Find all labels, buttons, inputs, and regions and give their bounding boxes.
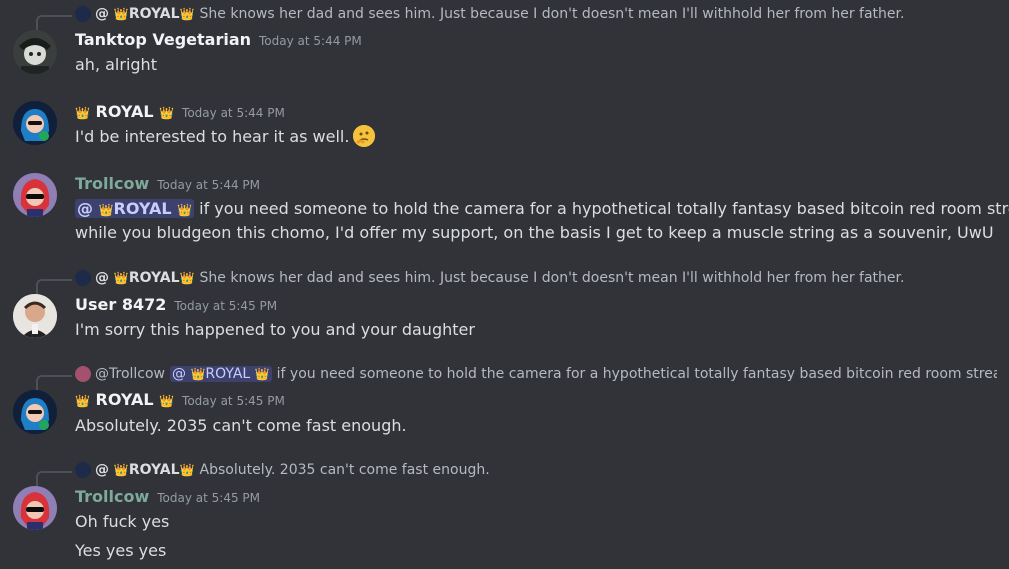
message-text: I'd be interested to hear it as well. bbox=[75, 125, 376, 149]
reply-avatar bbox=[75, 6, 91, 22]
reply-text: She knows her dad and sees him. Just bec… bbox=[199, 270, 905, 286]
message-text: Oh fuck yes bbox=[75, 512, 170, 531]
reply-avatar bbox=[75, 270, 91, 286]
avatar-image bbox=[13, 173, 57, 217]
message-header: 👑 ROYAL 👑 Today at 5:45 PM bbox=[75, 390, 285, 412]
avatar-image bbox=[13, 390, 57, 434]
avatar[interactable] bbox=[13, 390, 57, 434]
reply-author: @ 👑ROYAL👑 bbox=[95, 462, 195, 478]
avatar[interactable] bbox=[13, 101, 57, 145]
reply-author: @ 👑ROYAL👑 bbox=[95, 270, 195, 286]
crown-icon: 👑 bbox=[159, 106, 175, 120]
message-text: Yes yes yes bbox=[75, 541, 167, 560]
avatar[interactable] bbox=[13, 486, 57, 530]
crown-icon: 👑 bbox=[75, 394, 90, 408]
username[interactable]: Tanktop Vegetarian bbox=[75, 30, 251, 49]
username[interactable]: User 8472 bbox=[75, 295, 166, 314]
message-header: User 8472 Today at 5:45 PM bbox=[75, 295, 277, 317]
message-text: ah, alright bbox=[75, 55, 157, 74]
reply-preview[interactable]: @Trollcow @ 👑ROYAL 👑 if you need someone… bbox=[75, 365, 997, 383]
message-header: 👑 ROYAL 👑 Today at 5:44 PM bbox=[75, 102, 285, 124]
timestamp[interactable]: Today at 5:45 PM bbox=[157, 491, 260, 505]
timestamp[interactable]: Today at 5:44 PM bbox=[182, 106, 285, 120]
timestamp[interactable]: Today at 5:45 PM bbox=[174, 299, 277, 313]
username[interactable]: 👑 ROYAL 👑 bbox=[75, 102, 174, 121]
avatar-image bbox=[13, 486, 57, 530]
timestamp[interactable]: Today at 5:44 PM bbox=[157, 178, 260, 192]
message-text: while you bludgeon this chomo, I'd offer… bbox=[75, 223, 994, 242]
reply-preview[interactable]: @ 👑ROYAL👑 She knows her dad and sees him… bbox=[75, 5, 997, 23]
reply-preview[interactable]: @ 👑ROYAL👑 She knows her dad and sees him… bbox=[75, 269, 997, 287]
username[interactable]: Trollcow bbox=[75, 174, 149, 193]
timestamp[interactable]: Today at 5:45 PM bbox=[182, 394, 285, 408]
reply-author: @Trollcow bbox=[95, 366, 165, 382]
avatar-image bbox=[13, 30, 57, 74]
crown-icon: 👑 bbox=[159, 394, 175, 408]
reply-author: @ 👑ROYAL👑 bbox=[95, 6, 195, 22]
reply-avatar bbox=[75, 462, 91, 478]
thinking-emoji-icon bbox=[353, 125, 376, 147]
reply-text: if you need someone to hold the camera f… bbox=[276, 366, 997, 382]
message-text: @ 👑ROYAL 👑 if you need someone to hold t… bbox=[75, 199, 1009, 218]
message-header: Trollcow Today at 5:45 PM bbox=[75, 487, 260, 509]
avatar[interactable] bbox=[13, 294, 57, 338]
reply-mention: @ 👑ROYAL 👑 bbox=[170, 366, 272, 382]
message-text: I'm sorry this happened to you and your … bbox=[75, 320, 475, 339]
timestamp[interactable]: Today at 5:44 PM bbox=[259, 34, 362, 48]
username[interactable]: Trollcow bbox=[75, 487, 149, 506]
avatar[interactable] bbox=[13, 30, 57, 74]
reply-text: Absolutely. 2035 can't come fast enough. bbox=[199, 462, 490, 478]
user-mention[interactable]: @ 👑ROYAL 👑 bbox=[75, 199, 195, 218]
crown-icon: 👑 bbox=[75, 106, 90, 120]
avatar[interactable] bbox=[13, 173, 57, 217]
avatar-image bbox=[13, 101, 57, 145]
username[interactable]: 👑 ROYAL 👑 bbox=[75, 390, 174, 409]
message-header: Trollcow Today at 5:44 PM bbox=[75, 174, 260, 196]
reply-preview[interactable]: @ 👑ROYAL👑 Absolutely. 2035 can't come fa… bbox=[75, 461, 997, 479]
avatar-image bbox=[13, 294, 57, 338]
reply-text: She knows her dad and sees him. Just bec… bbox=[199, 6, 905, 22]
reply-avatar bbox=[75, 366, 91, 382]
message-text: Absolutely. 2035 can't come fast enough. bbox=[75, 416, 407, 435]
message-header: Tanktop Vegetarian Today at 5:44 PM bbox=[75, 30, 362, 52]
